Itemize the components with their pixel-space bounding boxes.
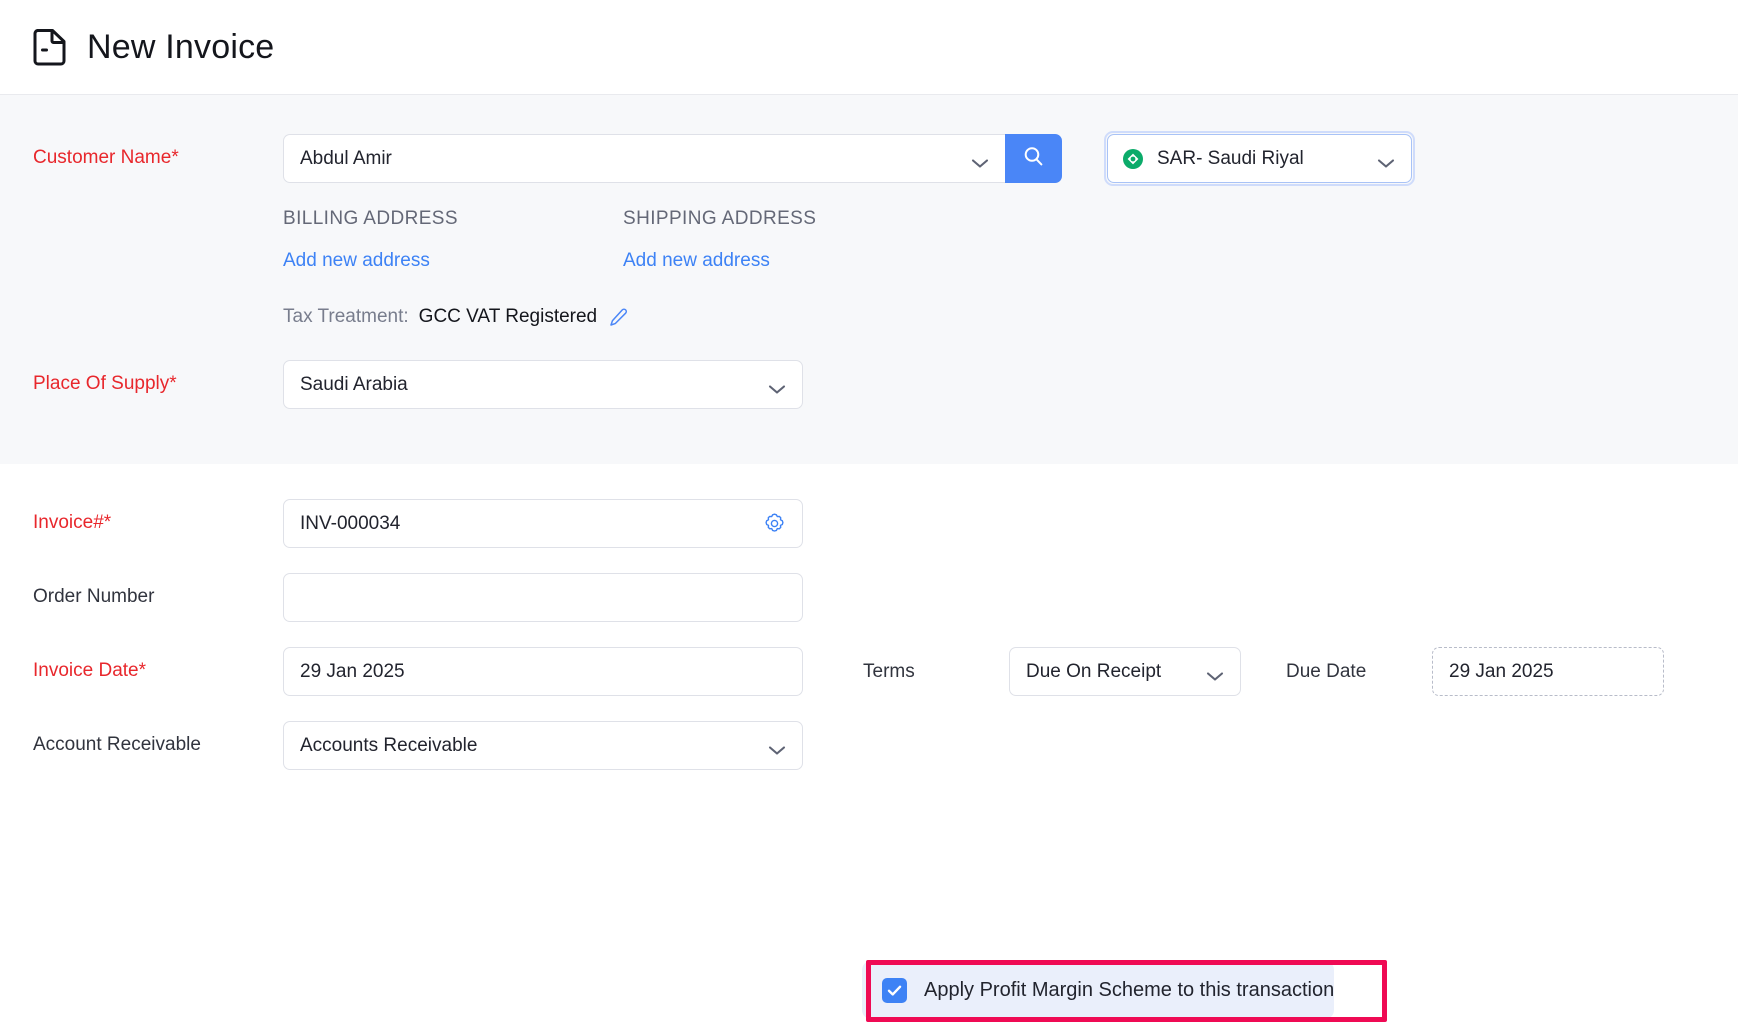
currency-focus-ring: SAR- Saudi Riyal (1104, 131, 1415, 186)
place-of-supply-row: Place Of Supply* Saudi Arabia (0, 328, 1738, 409)
page-title: New Invoice (87, 28, 274, 67)
chevron-down-icon[interactable] (971, 153, 989, 164)
order-number-row: Order Number (0, 548, 1738, 622)
profit-margin-scheme-container[interactable]: Apply Profit Margin Scheme to this trans… (862, 961, 1334, 1019)
due-date-input[interactable]: 29 Jan 2025 (1432, 647, 1664, 696)
place-of-supply-select[interactable]: Saudi Arabia (283, 360, 803, 409)
chevron-down-icon[interactable] (1377, 153, 1395, 164)
currency-globe-icon (1121, 147, 1145, 171)
currency-value: SAR- Saudi Riyal (1157, 148, 1369, 170)
chevron-down-icon[interactable] (1206, 666, 1224, 677)
account-receivable-label: Account Receivable (0, 734, 283, 757)
due-date-label: Due Date (1286, 661, 1432, 683)
invoice-number-value: INV-000034 (300, 513, 763, 535)
shipping-address-heading: SHIPPING ADDRESS (623, 208, 963, 230)
customer-name-combo: Abdul Amir (283, 134, 1062, 183)
customer-name-value: Abdul Amir (300, 148, 963, 170)
account-receivable-select[interactable]: Accounts Receivable (283, 721, 803, 770)
gear-icon[interactable] (763, 512, 786, 535)
page-header: New Invoice (0, 0, 1738, 95)
customer-name-input[interactable]: Abdul Amir (283, 134, 1005, 183)
shipping-add-new-address-link[interactable]: Add new address (623, 250, 963, 272)
terms-value: Due On Receipt (1026, 661, 1198, 683)
profit-margin-label: Apply Profit Margin Scheme to this trans… (924, 979, 1334, 1002)
billing-add-new-address-link[interactable]: Add new address (283, 250, 623, 272)
place-of-supply-label: Place Of Supply* (0, 373, 283, 396)
invoice-date-input[interactable]: 29 Jan 2025 (283, 647, 803, 696)
invoice-details-section: Invoice#* INV-000034 Apply Profit Margin… (0, 464, 1738, 826)
tax-treatment-row: Tax Treatment: GCC VAT Registered (0, 272, 1738, 328)
due-date-value: 29 Jan 2025 (1449, 661, 1647, 683)
customer-name-row: Customer Name* Abdul Amir (0, 95, 1738, 186)
document-icon (33, 28, 67, 66)
account-receivable-value: Accounts Receivable (300, 735, 760, 757)
tax-treatment-value: GCC VAT Registered (419, 306, 597, 328)
billing-address-heading: BILLING ADDRESS (283, 208, 623, 230)
invoice-number-label: Invoice#* (0, 512, 283, 535)
tax-treatment-label: Tax Treatment: (283, 306, 409, 328)
customer-name-label: Customer Name* (0, 147, 283, 170)
invoice-number-input[interactable]: INV-000034 (283, 499, 803, 548)
currency-select[interactable]: SAR- Saudi Riyal (1107, 134, 1412, 183)
order-number-label: Order Number (0, 586, 283, 609)
address-block: BILLING ADDRESS Add new address SHIPPING… (0, 186, 1738, 272)
invoice-date-label: Invoice Date* (0, 660, 283, 683)
chevron-down-icon[interactable] (768, 740, 786, 751)
invoice-number-row: Invoice#* INV-000034 (0, 464, 1738, 548)
account-receivable-row: Account Receivable Accounts Receivable (0, 696, 1738, 770)
chevron-down-icon[interactable] (768, 379, 786, 390)
place-of-supply-value: Saudi Arabia (300, 374, 760, 396)
terms-select[interactable]: Due On Receipt (1009, 647, 1241, 696)
invoice-date-value: 29 Jan 2025 (300, 661, 786, 683)
search-icon (1022, 145, 1045, 173)
order-number-input[interactable] (283, 573, 803, 622)
profit-margin-checkbox[interactable] (882, 978, 907, 1003)
terms-label: Terms (863, 661, 1009, 683)
shipping-address-column: SHIPPING ADDRESS Add new address (623, 208, 963, 272)
customer-section: Customer Name* Abdul Amir (0, 95, 1738, 464)
billing-address-column: BILLING ADDRESS Add new address (283, 208, 623, 272)
customer-search-button[interactable] (1005, 134, 1062, 183)
dates-row: Invoice Date* 29 Jan 2025 Terms Due On R… (0, 622, 1738, 696)
pencil-icon[interactable] (609, 308, 628, 327)
